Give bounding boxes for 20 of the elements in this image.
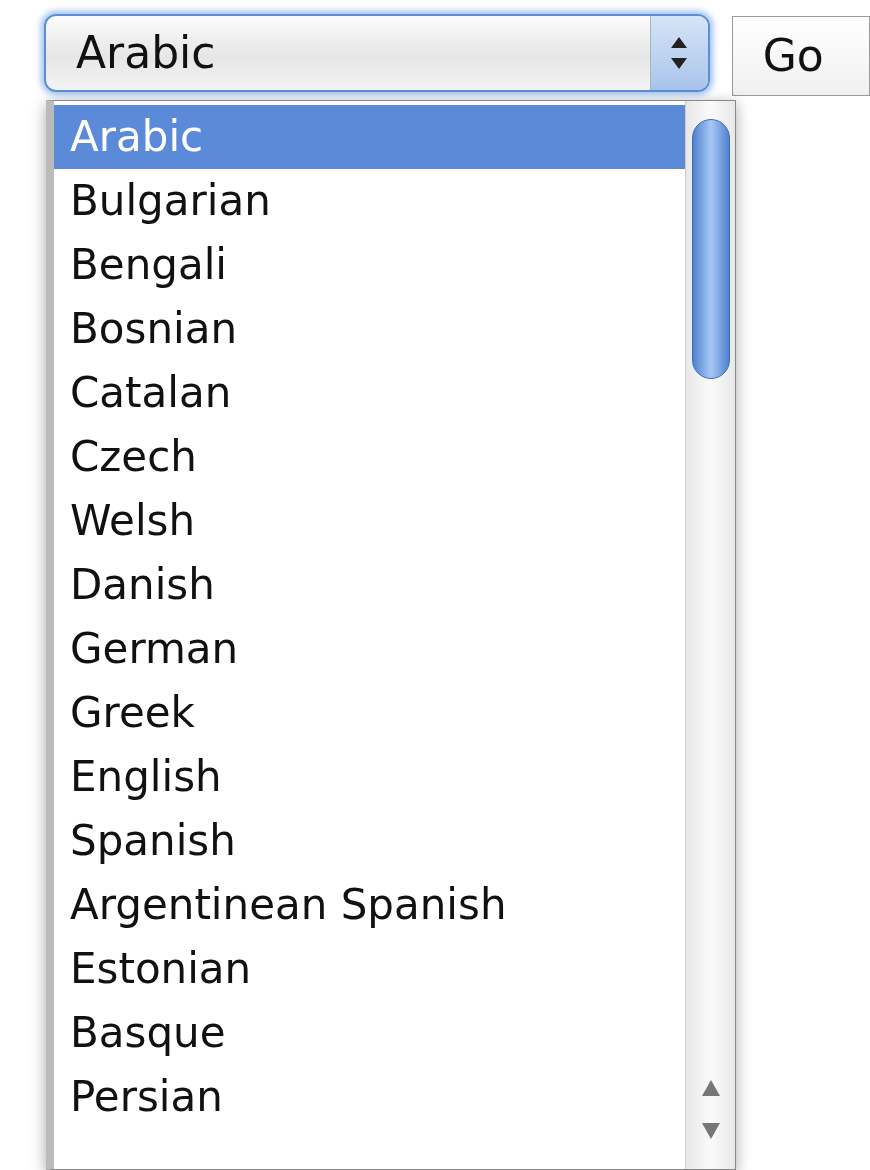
- dropdown-option[interactable]: German: [54, 617, 685, 681]
- dropdown-option[interactable]: Bulgarian: [54, 169, 685, 233]
- go-button[interactable]: Go: [731, 16, 870, 96]
- dropdown-option[interactable]: Catalan: [54, 361, 685, 425]
- scrollbar[interactable]: [685, 101, 735, 1169]
- dropdown-option[interactable]: Greek: [54, 681, 685, 745]
- dropdown-option[interactable]: Bengali: [54, 233, 685, 297]
- dropdown-option[interactable]: Argentinean Spanish: [54, 873, 685, 937]
- dropdown-option[interactable]: Spanish: [54, 809, 685, 873]
- dropdown-option[interactable]: Danish: [54, 553, 685, 617]
- select-value: Arabic: [76, 31, 217, 75]
- dropdown-option[interactable]: Welsh: [54, 489, 685, 553]
- language-select[interactable]: Arabic: [44, 14, 710, 92]
- scroll-thumb[interactable]: [692, 119, 730, 379]
- dropdown-option[interactable]: Persian: [54, 1065, 685, 1129]
- dropdown-option[interactable]: Bosnian: [54, 297, 685, 361]
- dropdown-option[interactable]: English: [54, 745, 685, 809]
- dropdown-option[interactable]: Estonian: [54, 937, 685, 1001]
- dropdown-option[interactable]: Basque: [54, 1001, 685, 1065]
- dropdown-option[interactable]: Czech: [54, 425, 685, 489]
